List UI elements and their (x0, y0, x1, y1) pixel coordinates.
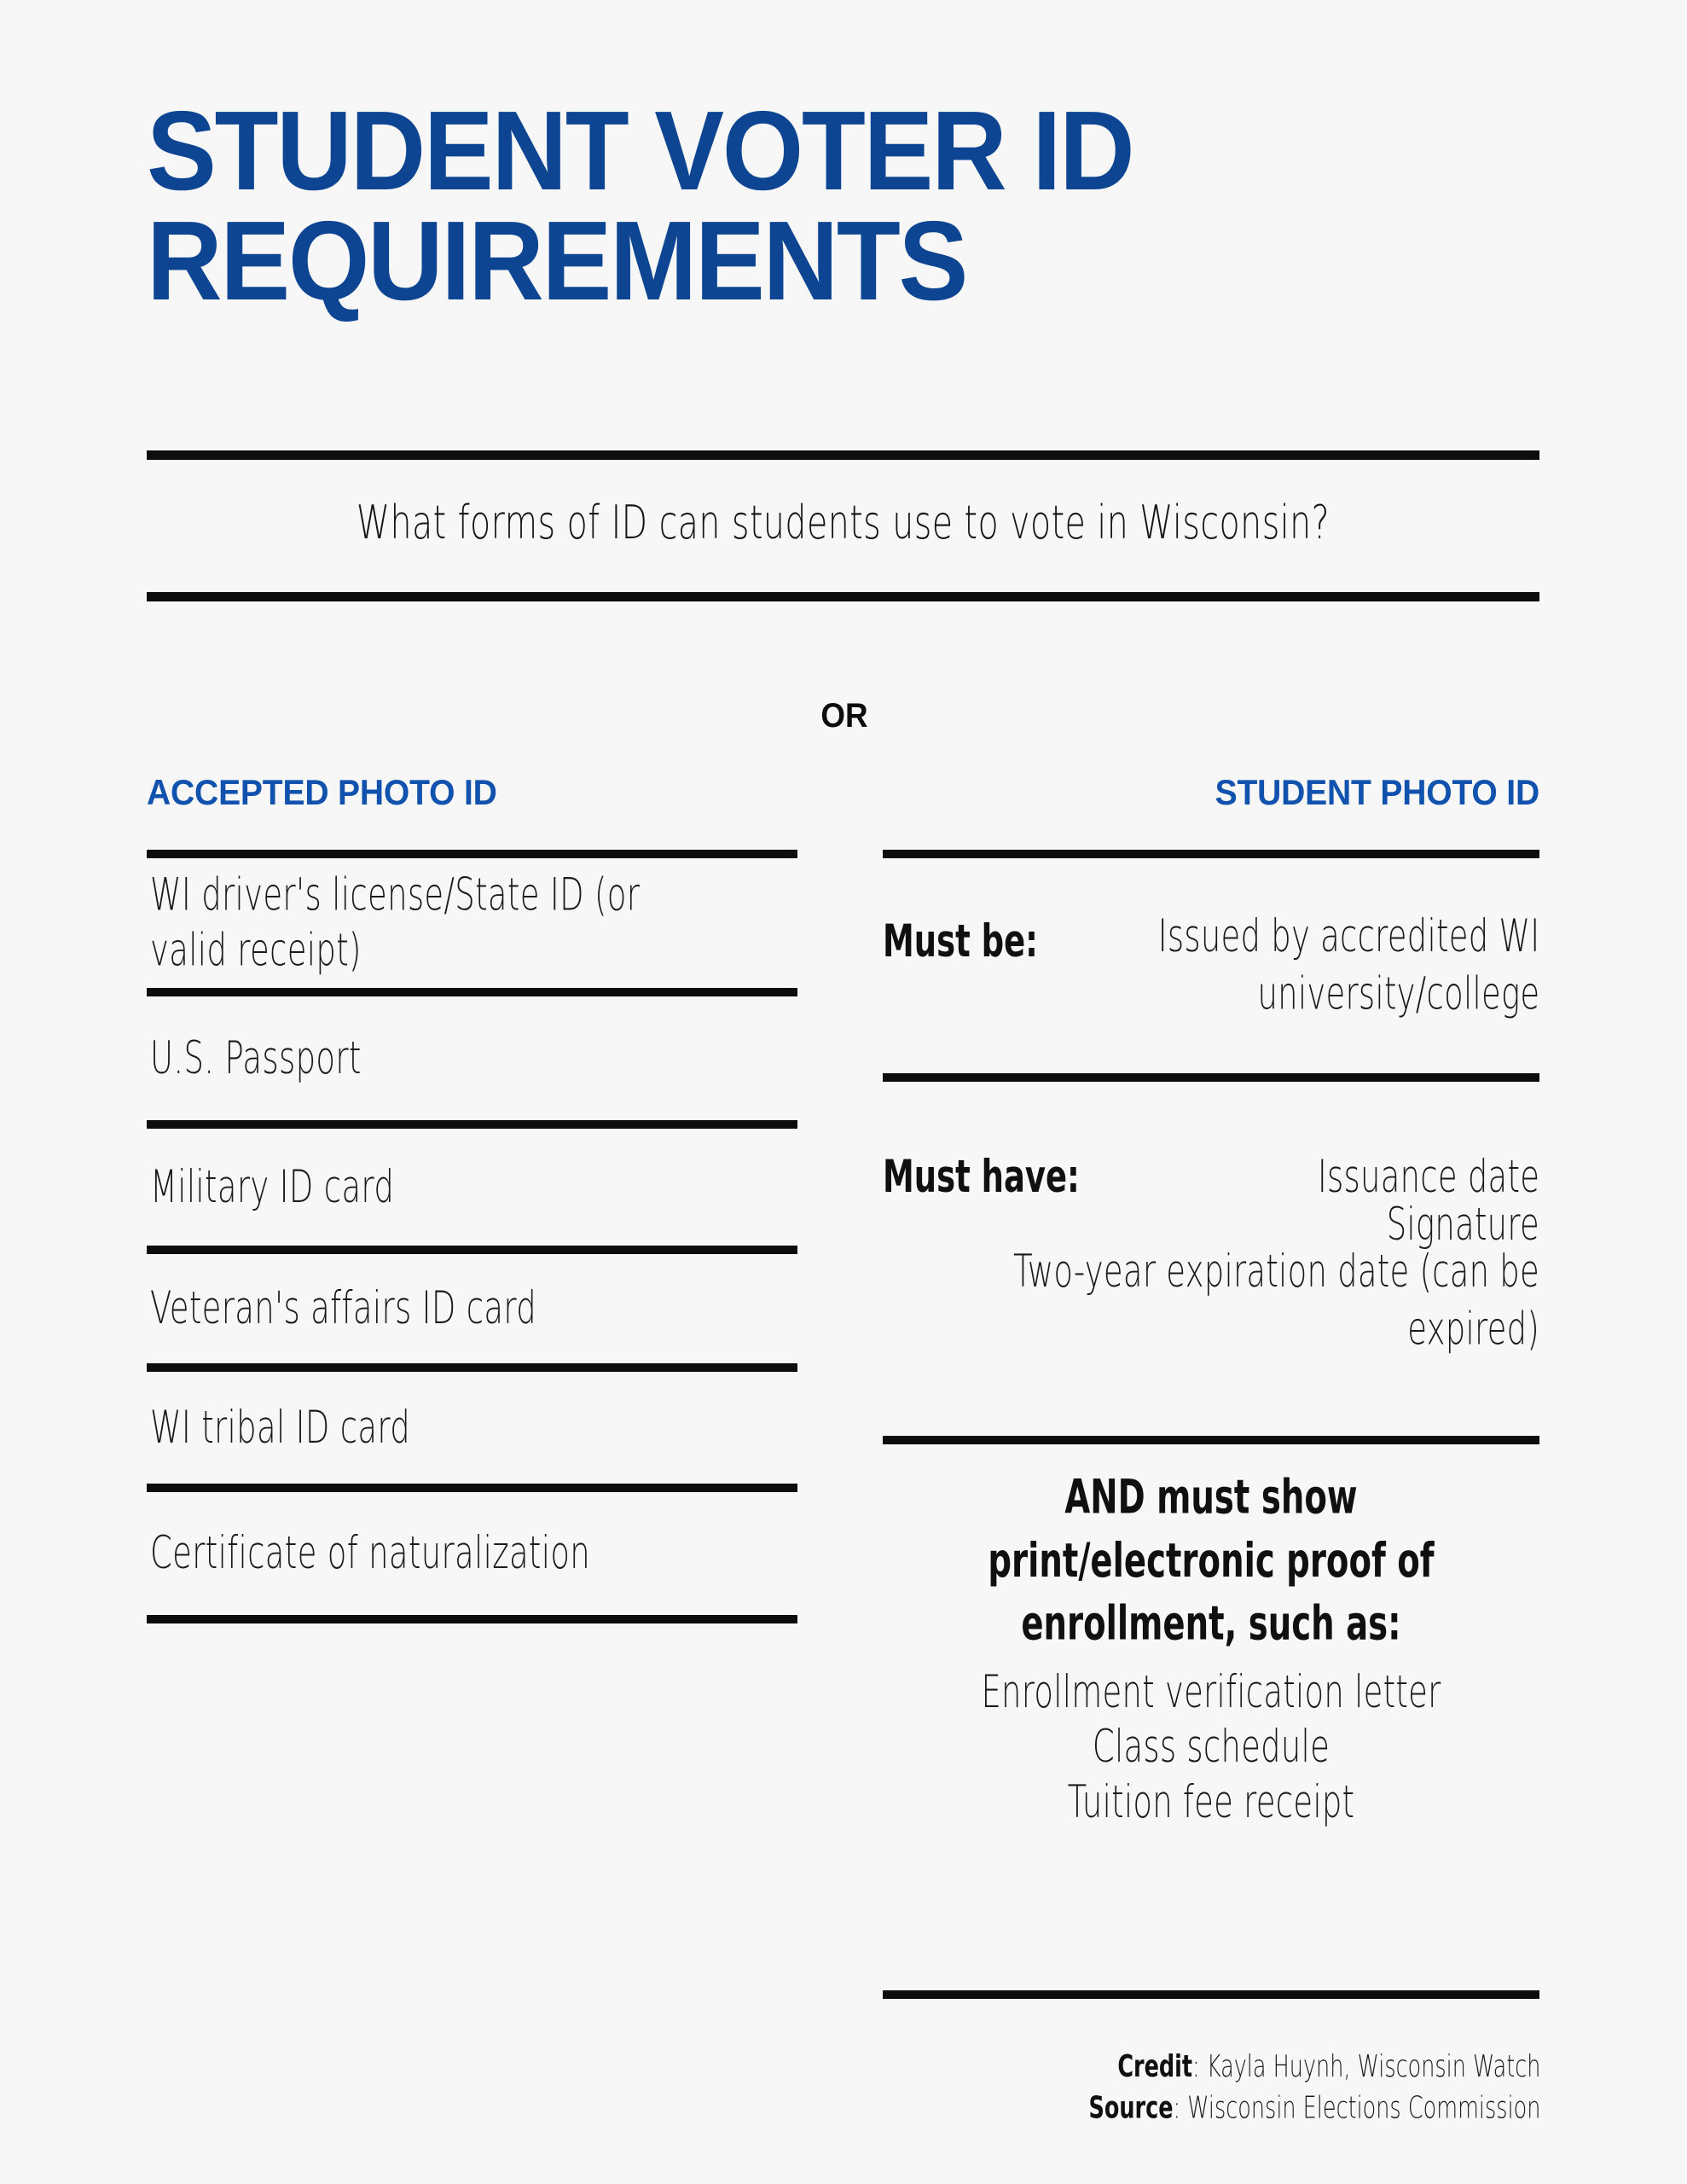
must-be-block: Must be: Issued by accredited WI univers… (883, 858, 1539, 1073)
divider (883, 1073, 1539, 1082)
student-photo-id-heading: STUDENT PHOTO ID (1215, 772, 1540, 812)
infographic-poster: STUDENT VOTER ID REQUIREMENTS What forms… (0, 0, 1687, 2184)
proof-example: Enrollment verification letter (981, 1665, 1441, 1718)
credit-label: Credit (1116, 2049, 1192, 2085)
credit-value: : Kayla Huynh, Wisconsin Watch (1191, 2049, 1540, 2085)
must-have-line: Must have: Issuance date (883, 1150, 1539, 1203)
proof-example: Tuition fee receipt (1067, 1775, 1355, 1828)
divider (147, 1615, 797, 1623)
accepted-photo-id-column: ACCEPTED PHOTO ID WI driver's license/St… (147, 768, 797, 1623)
list-item: U.S. Passport (147, 996, 797, 1120)
accepted-id-label: WI driver's license/State ID (or valid r… (150, 868, 641, 977)
proof-of-enrollment-block: AND must show print/electronic proof of … (883, 1444, 1539, 1990)
source-value: : Wisconsin Elections Commission (1173, 2090, 1540, 2126)
proof-example: Class schedule (1092, 1720, 1330, 1774)
source-label: Source (1088, 2090, 1174, 2126)
source-line: Source: Wisconsin Elections Commission (1088, 2088, 1540, 2129)
must-have-value: Two-year expiration date (can be expired… (1013, 1245, 1539, 1356)
list-item: WI tribal ID card (147, 1372, 797, 1484)
accepted-id-label: Certificate of naturalization (150, 1526, 591, 1580)
list-item: Military ID card (147, 1129, 797, 1246)
subtitle-rule-top (147, 450, 1539, 460)
must-be-line: Must be: Issued by accredited WI univers… (883, 910, 1539, 1020)
accepted-photo-id-heading: ACCEPTED PHOTO ID (147, 772, 497, 812)
must-be-value: Issued by accredited WI university/colle… (1157, 909, 1539, 1020)
accepted-id-label: U.S. Passport (150, 1031, 362, 1084)
credit-source-footer: Credit: Kayla Huynh, Wisconsin Watch Sou… (1088, 2048, 1540, 2129)
divider (147, 850, 797, 858)
proof-statement: AND must show print/electronic proof of … (988, 1469, 1435, 1651)
accepted-id-label: Veteran's affairs ID card (150, 1281, 537, 1335)
accepted-id-label: Military ID card (150, 1160, 395, 1213)
accepted-id-label: WI tribal ID card (150, 1401, 411, 1454)
student-photo-id-column: STUDENT PHOTO ID Must be: Issued by accr… (883, 768, 1539, 1999)
subtitle-rule-bottom (147, 592, 1539, 601)
or-connector-label: OR (820, 697, 868, 735)
list-item: Veteran's affairs ID card (147, 1254, 797, 1363)
subtitle: What forms of ID can students use to vot… (356, 495, 1330, 549)
must-have-label: Must have: (883, 1150, 1080, 1203)
credit-line: Credit: Kayla Huynh, Wisconsin Watch (1088, 2048, 1540, 2088)
divider (883, 1990, 1539, 1999)
divider (147, 1246, 797, 1254)
divider (147, 1120, 797, 1129)
page-title: STUDENT VOTER ID REQUIREMENTS (147, 88, 1135, 324)
list-item: WI driver's license/State ID (or valid r… (147, 858, 797, 988)
must-be-label: Must be: (883, 915, 1038, 967)
title-block: STUDENT VOTER ID REQUIREMENTS (147, 88, 1545, 324)
divider (883, 1436, 1539, 1444)
must-have-block: Must have: Issuance date Signature Two-y… (883, 1082, 1539, 1436)
divider (147, 1484, 797, 1492)
divider (147, 1363, 797, 1372)
divider (147, 988, 797, 996)
list-item: Certificate of naturalization (147, 1492, 797, 1615)
divider (883, 850, 1539, 858)
